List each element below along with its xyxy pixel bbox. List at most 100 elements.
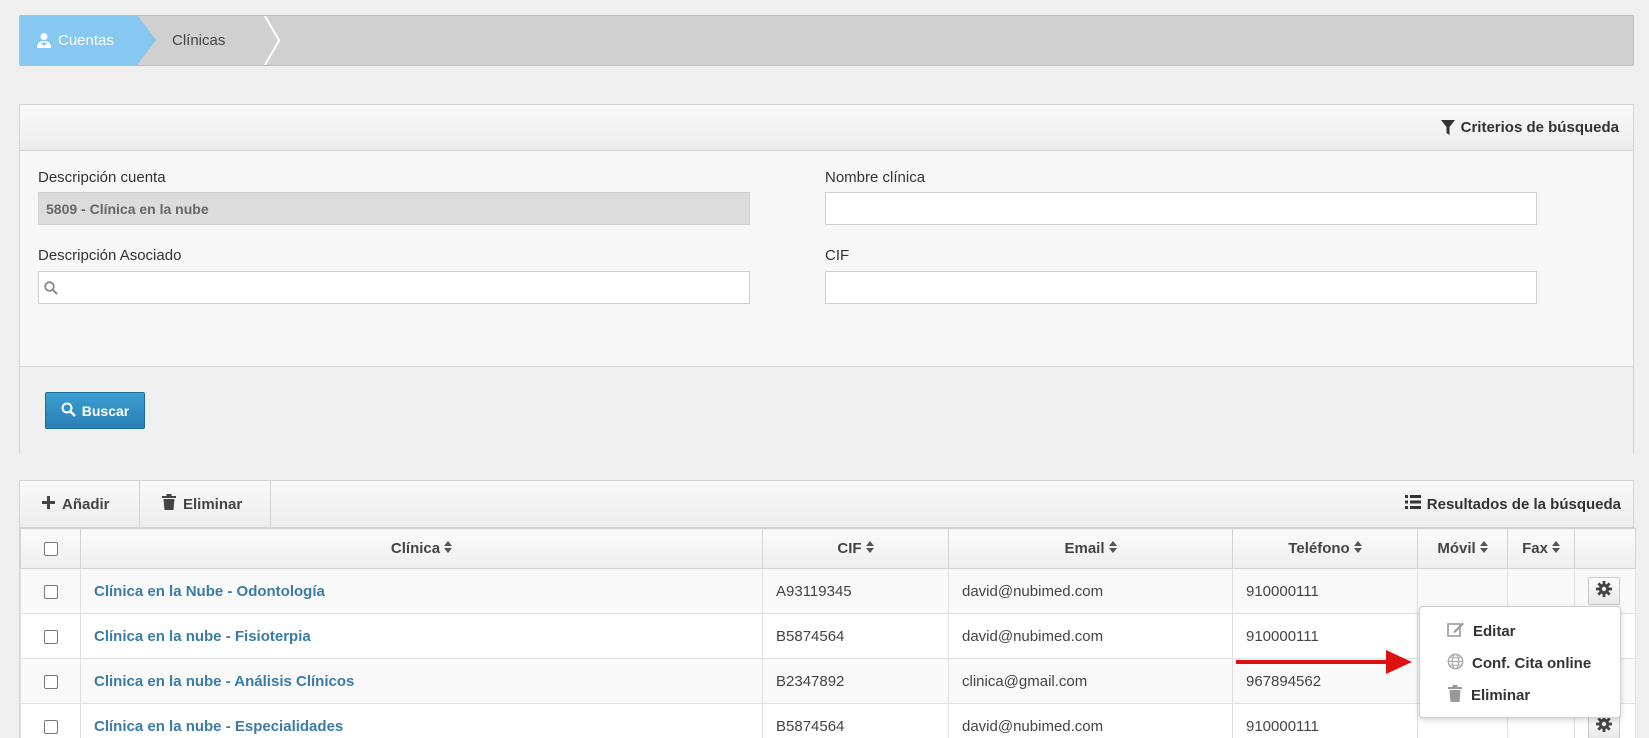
cell-cif: B5874564	[762, 613, 949, 659]
search-panel-title: Criterios de búsqueda	[1460, 119, 1619, 136]
table-row[interactable]: Clínica en la Nube - Odontología A931193…	[20, 568, 1636, 614]
cell-email: david@nubimed.com	[948, 568, 1233, 614]
table-row[interactable]: Clínica en la nube - Especialidades B587…	[20, 703, 1636, 738]
delete-button[interactable]: Eliminar	[140, 481, 271, 527]
cell-telefono: 910000111	[1232, 568, 1418, 614]
cell-email: david@nubimed.com	[948, 703, 1233, 738]
cell-clinica: Clínica en la Nube - Odontología	[80, 568, 763, 614]
menu-item-editar[interactable]: Editar	[1420, 615, 1620, 647]
menu-item-eliminar[interactable]: Eliminar	[1420, 679, 1620, 711]
cell-email: clinica@gmail.com	[948, 658, 1233, 704]
cell-clinica: Clínica en la nube - Especialidades	[80, 703, 763, 738]
breadcrumb-arrow	[138, 16, 156, 64]
cell-clinica: Clínica en la nube - Fisioterpia	[80, 613, 763, 659]
search-button-label: Buscar	[81, 402, 130, 419]
search-panel-footer: Buscar	[20, 366, 1633, 454]
cif-field[interactable]	[825, 271, 1537, 304]
trash-icon	[162, 494, 176, 514]
results-title-label: Resultados de la búsqueda	[1426, 495, 1621, 513]
sort-icon	[1479, 540, 1488, 557]
cell-email: david@nubimed.com	[948, 613, 1233, 659]
cell-telefono: 910000111	[1232, 703, 1418, 738]
row-checkbox[interactable]	[43, 719, 58, 734]
nombre-clinica-label: Nombre clínica	[825, 169, 926, 186]
descripcion-asociado-field[interactable]	[38, 271, 750, 304]
cell-cif: A93119345	[762, 568, 949, 614]
sort-icon	[444, 540, 453, 557]
column-header-label: Fax	[1522, 539, 1548, 557]
clinica-link[interactable]: Clinica en la nube - Análisis Clínicos	[94, 673, 354, 690]
column-header-email[interactable]: Email	[948, 528, 1233, 569]
row-checkbox[interactable]	[43, 629, 58, 644]
breadcrumb: Cuentas Clínicas	[19, 15, 1634, 66]
breadcrumb-label: Clínicas	[172, 32, 226, 49]
sort-icon	[1551, 540, 1560, 557]
menu-item-label: Eliminar	[1471, 686, 1531, 704]
search-button[interactable]: Buscar	[45, 392, 145, 429]
row-checkbox-cell	[20, 658, 81, 704]
column-header-label: Teléfono	[1288, 539, 1350, 557]
search-panel-header: Criterios de búsqueda	[20, 105, 1633, 151]
plus-icon	[42, 495, 55, 513]
row-actions-dropdown: Editar Conf. Cita online Eliminar	[1419, 606, 1621, 718]
row-actions-button[interactable]	[1588, 577, 1620, 605]
descripcion-cuenta-label: Descripción cuenta	[38, 169, 166, 186]
descripcion-asociado-label: Descripción Asociado	[38, 247, 182, 264]
filter-icon	[1440, 120, 1455, 135]
sort-icon	[1108, 540, 1117, 557]
search-icon	[61, 402, 76, 420]
menu-item-label: Conf. Cita online	[1472, 654, 1592, 672]
row-checkbox-cell	[20, 568, 81, 614]
nombre-clinica-field[interactable]	[825, 192, 1537, 225]
select-all-checkbox[interactable]	[43, 542, 58, 557]
annotation-arrow-icon	[1236, 650, 1412, 674]
column-header-label: Móvil	[1437, 539, 1476, 557]
clinica-link[interactable]: Clínica en la Nube - Odontología	[94, 583, 325, 600]
cell-cif: B2347892	[762, 658, 949, 704]
cell-cif: B5874564	[762, 703, 949, 738]
trash-icon	[1447, 684, 1463, 706]
column-header-label: CIF	[837, 539, 862, 557]
row-checkbox[interactable]	[43, 584, 58, 599]
breadcrumb-item-clinicas[interactable]: Clínicas	[172, 16, 225, 65]
sort-icon	[865, 540, 874, 557]
results-table: Clínica CIF Email Teléfono Móvil Fax Clí…	[20, 528, 1636, 738]
gear-icon	[1596, 716, 1612, 736]
column-header-fax[interactable]: Fax	[1507, 528, 1575, 569]
menu-item-conf-cita-online[interactable]: Conf. Cita online	[1420, 647, 1620, 679]
search-panel: Criterios de búsqueda Descripción cuenta…	[19, 104, 1634, 454]
results-title: Resultados de la búsqueda	[1404, 481, 1621, 527]
list-icon	[1404, 495, 1421, 513]
select-all-cell	[20, 528, 81, 569]
column-header-cif[interactable]: CIF	[762, 528, 949, 569]
globe-icon	[1447, 653, 1464, 674]
column-header-label: Email	[1064, 539, 1105, 557]
gear-icon	[1596, 581, 1612, 601]
menu-item-label: Editar	[1473, 622, 1516, 640]
breadcrumb-label: Cuentas	[58, 32, 114, 49]
edit-icon	[1447, 621, 1465, 642]
delete-button-label: Eliminar	[183, 495, 243, 513]
results-toolbar: Añadir Eliminar Resultados de la búsqued…	[20, 481, 1633, 528]
search-icon	[44, 281, 58, 299]
column-header-label: Clínica	[390, 539, 441, 557]
row-checkbox[interactable]	[43, 674, 58, 689]
cell-clinica: Clinica en la nube - Análisis Clínicos	[80, 658, 763, 704]
cif-label: CIF	[825, 247, 850, 264]
column-header-telefono[interactable]: Teléfono	[1232, 528, 1418, 569]
descripcion-cuenta-field: 5809 - Clínica en la nube	[38, 192, 750, 225]
clinica-link[interactable]: Clínica en la nube - Fisioterpia	[94, 628, 311, 645]
results-panel: Añadir Eliminar Resultados de la búsqued…	[19, 480, 1636, 738]
column-header-movil[interactable]: Móvil	[1417, 528, 1508, 569]
add-button-label: Añadir	[62, 495, 110, 513]
breadcrumb-separator	[264, 16, 281, 65]
breadcrumb-item-cuentas[interactable]: Cuentas	[20, 16, 138, 65]
table-header-row: Clínica CIF Email Teléfono Móvil Fax	[20, 528, 1636, 569]
user-doctor-icon	[36, 32, 52, 49]
column-header-actions	[1574, 528, 1636, 569]
column-header-clinica[interactable]: Clínica	[80, 528, 763, 569]
clinica-link[interactable]: Clínica en la nube - Especialidades	[94, 718, 343, 735]
add-button[interactable]: Añadir	[20, 481, 140, 527]
row-checkbox-cell	[20, 613, 81, 659]
row-checkbox-cell	[20, 703, 81, 738]
